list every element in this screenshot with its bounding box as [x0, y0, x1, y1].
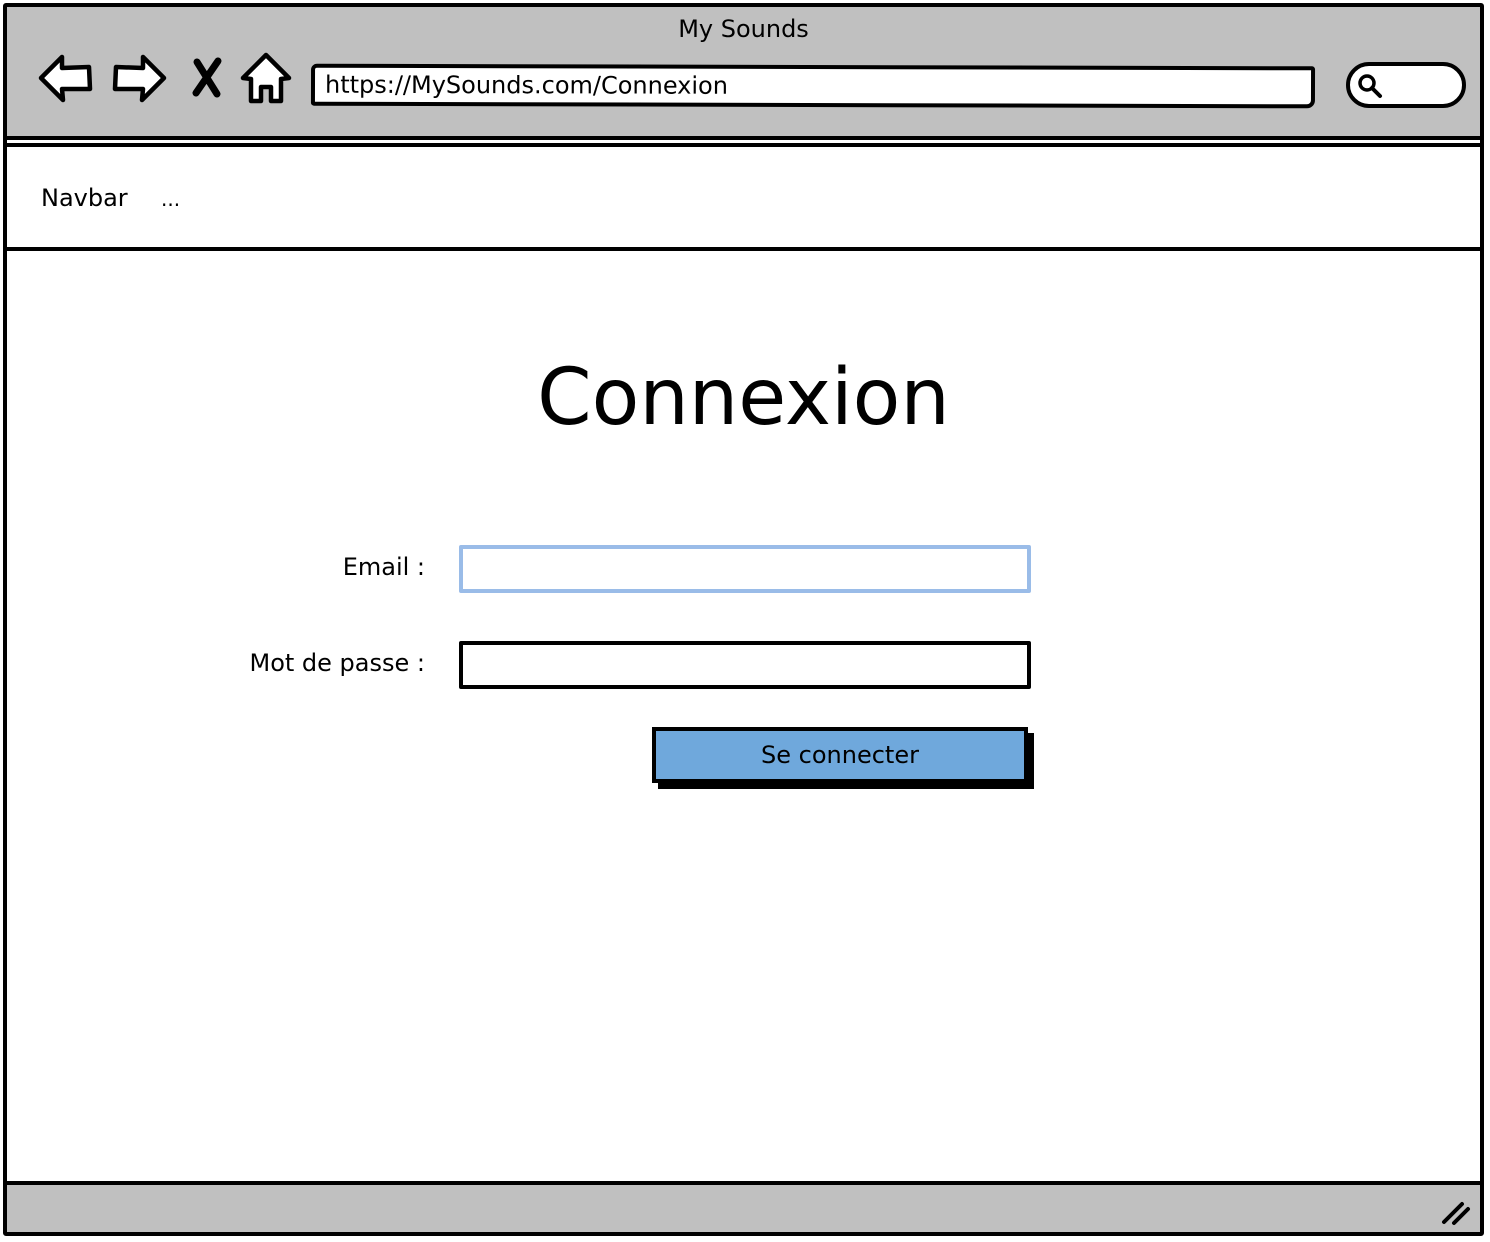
home-button[interactable] — [235, 47, 297, 109]
navbar-more-items[interactable]: ... — [161, 187, 180, 211]
back-arrow-icon — [38, 54, 93, 103]
stop-button[interactable] — [175, 47, 237, 109]
address-bar[interactable]: https://MySounds.com/Connexion — [310, 63, 1316, 109]
site-navbar: Navbar ... — [7, 143, 1480, 251]
window-title: My Sounds — [678, 15, 809, 43]
email-field[interactable] — [459, 545, 1031, 593]
resize-grip-icon[interactable] — [1440, 1196, 1472, 1226]
home-icon — [240, 52, 292, 104]
browser-chrome: My Sounds https://MySounds.com/Connexion — [7, 7, 1480, 140]
email-label: Email : — [342, 553, 425, 581]
close-x-icon — [192, 57, 222, 98]
search-icon — [1358, 74, 1382, 98]
forward-arrow-icon — [112, 54, 167, 103]
back-button[interactable] — [35, 47, 97, 109]
browser-window: My Sounds https://MySounds.com/Connexion — [3, 3, 1484, 1236]
login-button[interactable]: Se connecter — [652, 727, 1028, 783]
navbar-label[interactable]: Navbar — [41, 184, 128, 212]
page-title: Connexion — [537, 353, 950, 443]
browser-search-field[interactable] — [1346, 62, 1466, 108]
url-text: https://MySounds.com/Connexion — [324, 70, 729, 100]
password-field[interactable] — [459, 641, 1031, 689]
forward-button[interactable] — [108, 47, 170, 109]
password-label: Mot de passe : — [249, 649, 426, 677]
status-bar — [7, 1181, 1480, 1232]
